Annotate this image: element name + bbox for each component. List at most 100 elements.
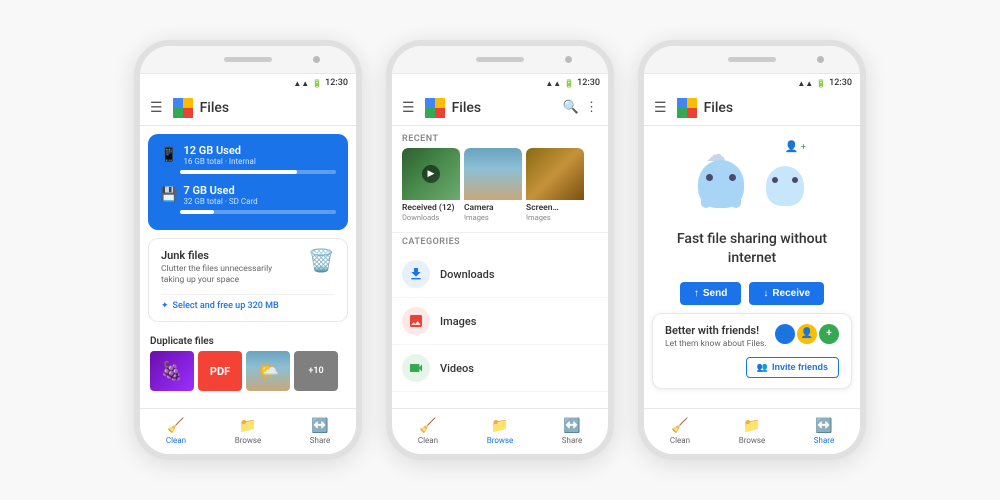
nav-browse-2[interactable]: 📁 Browse (464, 409, 536, 454)
speaker-2 (476, 57, 524, 62)
category-downloads-label: Downloads (440, 268, 495, 281)
nav-share-1[interactable]: ↔️ Share (284, 409, 356, 454)
dup-thumb-2: PDF (198, 351, 242, 391)
camera-1 (313, 56, 320, 63)
invite-btn-row: 👥 Invite friends (665, 357, 839, 378)
menu-icon-2[interactable]: ☰ (402, 100, 415, 116)
storage1-title: 12 GB Used (183, 144, 336, 157)
receive-button[interactable]: ↓ Receive (749, 282, 824, 305)
storage1-subtitle: 16 GB total · Internal (183, 157, 336, 166)
battery-icon-1: 🔋 (312, 79, 322, 88)
share-icon-1: ↔️ (311, 418, 328, 434)
junk-section: Junk files Clutter the files unnecessari… (148, 238, 348, 322)
storage2-subtitle: 32 GB total · SD Card (183, 197, 336, 206)
invite-friends-button[interactable]: 👥 Invite friends (746, 357, 839, 378)
app-title-2: Files (452, 100, 482, 116)
phone-2: ▲▲ 🔋 12:30 ☰ Files 🔍 ⋮ RECENT (386, 40, 614, 460)
friends-card: Better with friends! Let them know about… (652, 313, 852, 389)
category-images[interactable]: Images (392, 298, 608, 345)
sdcard-storage-icon: 💾 (160, 187, 177, 203)
duplicate-section-title: Duplicate files (140, 330, 356, 351)
time-2: 12:30 (577, 78, 600, 88)
videos-icon (402, 354, 430, 382)
phone-2-top-bar (392, 46, 608, 74)
camera-3 (817, 56, 824, 63)
app-header-3: ☰ Files (644, 90, 860, 126)
nav-share-3[interactable]: ↔️ Share (788, 409, 860, 454)
send-button[interactable]: ↑ Send (680, 282, 741, 305)
nav-browse-3[interactable]: 📁 Browse (716, 409, 788, 454)
recent-img-3 (526, 148, 584, 200)
browse-icon-3: 📁 (743, 418, 760, 434)
category-downloads[interactable]: Downloads (392, 251, 608, 298)
app-header-2: ☰ Files 🔍 ⋮ (392, 90, 608, 126)
menu-icon-3[interactable]: ☰ (654, 100, 667, 116)
share-mini-icons: 👤 + (785, 140, 806, 153)
recent-sub-2: Images (464, 213, 522, 222)
phone-3-top-bar (644, 46, 860, 74)
receive-arrow-icon: ↓ (763, 288, 768, 299)
nav-browse-label-3: Browse (739, 436, 766, 445)
signal-icon-2: ▲▲ (545, 79, 561, 88)
search-icon-2[interactable]: 🔍 (563, 100, 579, 115)
junk-action-row[interactable]: ✦ Select and free up 320 MB (161, 294, 335, 311)
menu-icon-1[interactable]: ☰ (150, 100, 163, 116)
share-icon-2: ↔️ (563, 418, 580, 434)
nav-browse-label-2: Browse (487, 436, 514, 445)
app-logo-3: Files (677, 98, 734, 118)
nav-clean-label-2: Clean (418, 436, 438, 445)
sharing-buttons: ↑ Send ↓ Receive (644, 272, 860, 313)
recent-thumb-1[interactable]: ▶ Received (12) Downloads (402, 148, 460, 222)
recent-label-1: Received (12) (402, 200, 460, 213)
send-arrow-icon: ↑ (694, 288, 699, 299)
duplicate-grid: 🍇 PDF 🌤️ +10 (140, 351, 356, 399)
clean-icon-2: 🧹 (419, 418, 436, 434)
clean-icon-1: 🧹 (167, 418, 184, 434)
nav-share-2[interactable]: ↔️ Share (536, 409, 608, 454)
files-logo-icon-2 (425, 98, 445, 118)
sharing-title: Fast file sharing without internet (644, 226, 860, 272)
speaker-1 (224, 57, 272, 62)
nav-browse-label-1: Browse (235, 436, 262, 445)
phone-1-content: 📱 12 GB Used 16 GB total · Internal 💾 (140, 126, 356, 408)
friends-sub: Let them know about Files. (665, 339, 767, 349)
bottom-nav-3: 🧹 Clean 📁 Browse ↔️ Share (644, 408, 860, 454)
storage-sdcard: 💾 7 GB Used 32 GB total · SD Card (160, 184, 336, 214)
browse-icon-2: 📁 (491, 418, 508, 434)
phone-1: ▲▲ 🔋 12:30 ☰ Files 📱 (134, 40, 362, 460)
speaker-3 (728, 57, 776, 62)
recent-sub-1: Downloads (402, 213, 460, 222)
more-icon-2[interactable]: ⋮ (585, 100, 598, 115)
dup-thumb-1: 🍇 (150, 351, 194, 391)
nav-clean-1[interactable]: 🧹 Clean (140, 409, 212, 454)
nav-share-label-3: Share (814, 436, 834, 445)
time-1: 12:30 (325, 78, 348, 88)
nav-browse-1[interactable]: 📁 Browse (212, 409, 284, 454)
avatar-2: 👤 (797, 324, 817, 344)
nav-clean-3[interactable]: 🧹 Clean (644, 409, 716, 454)
phone-1-top-bar (140, 46, 356, 74)
friends-title: Better with friends! (665, 324, 767, 337)
recent-sub-3: Images (526, 213, 584, 222)
recent-thumb-2[interactable]: Camera Images (464, 148, 522, 222)
sharing-hero: ☁ (644, 126, 860, 226)
category-videos[interactable]: Videos (392, 345, 608, 392)
recent-img-1: ▶ (402, 148, 460, 200)
share-icon-3: ↔️ (815, 418, 832, 434)
phone-3: ▲▲ 🔋 12:30 ☰ Files ☁ (638, 40, 866, 460)
status-bar-1: ▲▲ 🔋 12:30 (140, 74, 356, 90)
storage1-bar (180, 170, 297, 174)
downloads-icon (402, 260, 430, 288)
category-videos-label: Videos (440, 362, 474, 375)
dup-thumb-more: +10 (294, 351, 338, 391)
nav-clean-2[interactable]: 🧹 Clean (392, 409, 464, 454)
ghost-right (766, 166, 804, 206)
app-title-1: Files (200, 100, 230, 116)
avatar-1: 👤 (775, 324, 795, 344)
app-logo-2: Files (425, 98, 482, 118)
phone-2-content: RECENT ▶ Received (12) Downloads Camera … (392, 126, 608, 408)
recent-thumb-3[interactable]: Screen… Images (526, 148, 584, 222)
receive-label: Receive (772, 288, 810, 299)
junk-icon: 🗑️ (308, 249, 335, 274)
camera-2 (565, 56, 572, 63)
